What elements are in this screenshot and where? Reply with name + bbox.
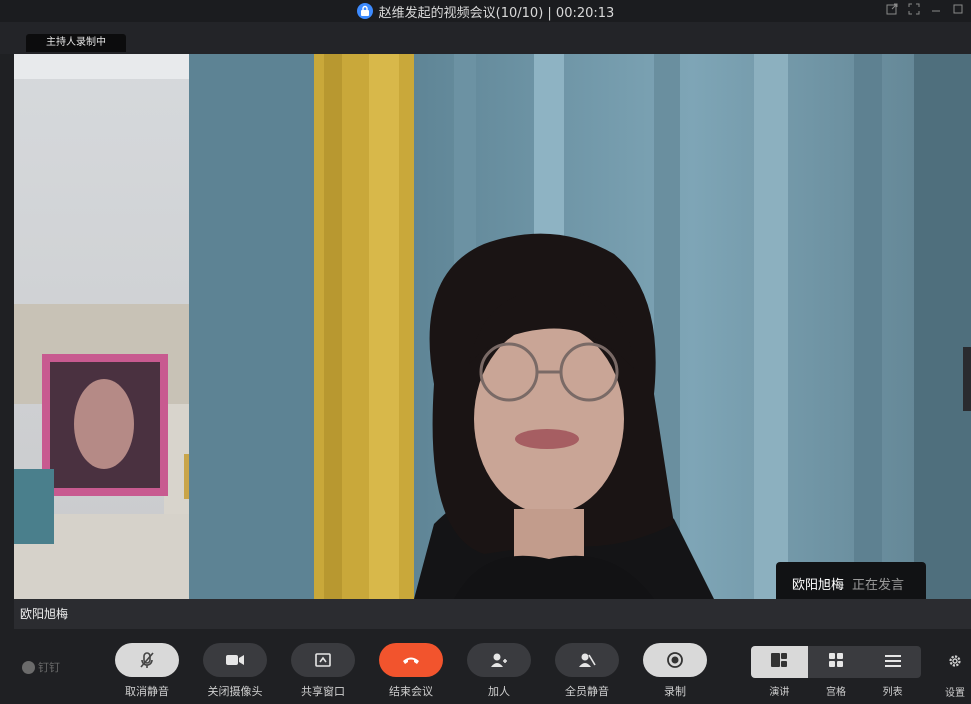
layout-list-label: 列表 bbox=[882, 687, 903, 698]
video-frame-image bbox=[14, 54, 971, 599]
meeting-window: 赵维发起的视频会议(10/10) | 00:20:13 主持人录制中 欧阳旭梅 … bbox=[0, 0, 971, 704]
title-group: 赵维发起的视频会议(10/10) | 00:20:13 bbox=[356, 2, 615, 21]
speaker-layout-icon bbox=[770, 652, 788, 672]
layout-list-button[interactable] bbox=[864, 646, 921, 678]
camera-off-label: 关闭摄像头 bbox=[207, 685, 263, 698]
title-bar: 赵维发起的视频会议(10/10) | 00:20:13 bbox=[0, 0, 971, 22]
recording-badge: 主持人录制中 bbox=[26, 34, 126, 52]
video-feed[interactable] bbox=[14, 54, 971, 599]
dingtalk-icon bbox=[22, 660, 35, 674]
mute-all-label: 全员静音 bbox=[565, 685, 609, 698]
camera-off-button[interactable]: 关闭摄像头 bbox=[203, 643, 267, 699]
meeting-toolbar: 钉钉 取消静音 关闭摄像头 共享窗口 结束会议 加人 全员静音 录制 演讲 宫格… bbox=[0, 629, 971, 704]
lock-icon bbox=[356, 3, 373, 19]
participant-name-strip: 欧阳旭梅 bbox=[14, 599, 971, 629]
add-person-button[interactable]: 加人 bbox=[467, 643, 531, 699]
window-controls bbox=[885, 3, 965, 17]
record-icon bbox=[643, 643, 707, 677]
recording-strip: 主持人录制中 bbox=[0, 22, 971, 54]
record-label: 录制 bbox=[664, 685, 686, 698]
list-layout-icon bbox=[884, 653, 902, 672]
record-button[interactable]: 录制 bbox=[643, 643, 707, 699]
end-meeting-label: 结束会议 bbox=[389, 685, 433, 698]
active-speaker-status: 正在发言 bbox=[852, 577, 905, 593]
fullscreen-icon[interactable] bbox=[907, 3, 921, 17]
brand-logo: 钉钉 bbox=[22, 659, 60, 675]
active-speaker-name: 欧阳旭梅 bbox=[792, 577, 845, 593]
maximize-icon[interactable] bbox=[951, 3, 965, 17]
layout-grid-button[interactable] bbox=[808, 646, 865, 678]
layout-grid-label: 宫格 bbox=[826, 687, 846, 698]
popout-icon[interactable] bbox=[885, 3, 899, 17]
share-window-label: 共享窗口 bbox=[301, 685, 345, 698]
mute-all-button[interactable]: 全员静音 bbox=[555, 643, 619, 699]
settings-label: 设置 bbox=[945, 688, 965, 699]
gear-icon bbox=[948, 653, 962, 672]
add-person-label: 加人 bbox=[488, 685, 510, 698]
camera-icon bbox=[203, 643, 267, 677]
window-title: 赵维发起的视频会议(10/10) | 00:20:13 bbox=[378, 5, 615, 21]
microphone-muted-icon bbox=[115, 643, 179, 677]
layout-speaker-label: 演讲 bbox=[769, 687, 790, 698]
hang-up-icon bbox=[379, 643, 443, 677]
settings-button[interactable]: 设置 bbox=[940, 653, 970, 699]
brand-name: 钉钉 bbox=[38, 661, 60, 674]
side-panel-toggle[interactable] bbox=[963, 347, 971, 411]
grid-layout-icon bbox=[828, 652, 844, 672]
mute-all-icon bbox=[555, 643, 619, 677]
layout-labels: 演讲 宫格 列表 bbox=[751, 683, 921, 698]
layout-switcher bbox=[751, 646, 921, 678]
add-person-icon bbox=[467, 643, 531, 677]
unmute-button[interactable]: 取消静音 bbox=[115, 643, 179, 699]
unmute-label: 取消静音 bbox=[125, 685, 169, 698]
end-meeting-button[interactable]: 结束会议 bbox=[379, 643, 443, 699]
share-screen-icon bbox=[291, 643, 355, 677]
participant-name: 欧阳旭梅 bbox=[20, 607, 69, 621]
minimize-icon[interactable] bbox=[929, 3, 943, 17]
layout-speaker-button[interactable] bbox=[751, 646, 808, 678]
share-window-button[interactable]: 共享窗口 bbox=[291, 643, 355, 699]
active-speaker-card: 欧阳旭梅 正在发言 bbox=[776, 562, 926, 604]
